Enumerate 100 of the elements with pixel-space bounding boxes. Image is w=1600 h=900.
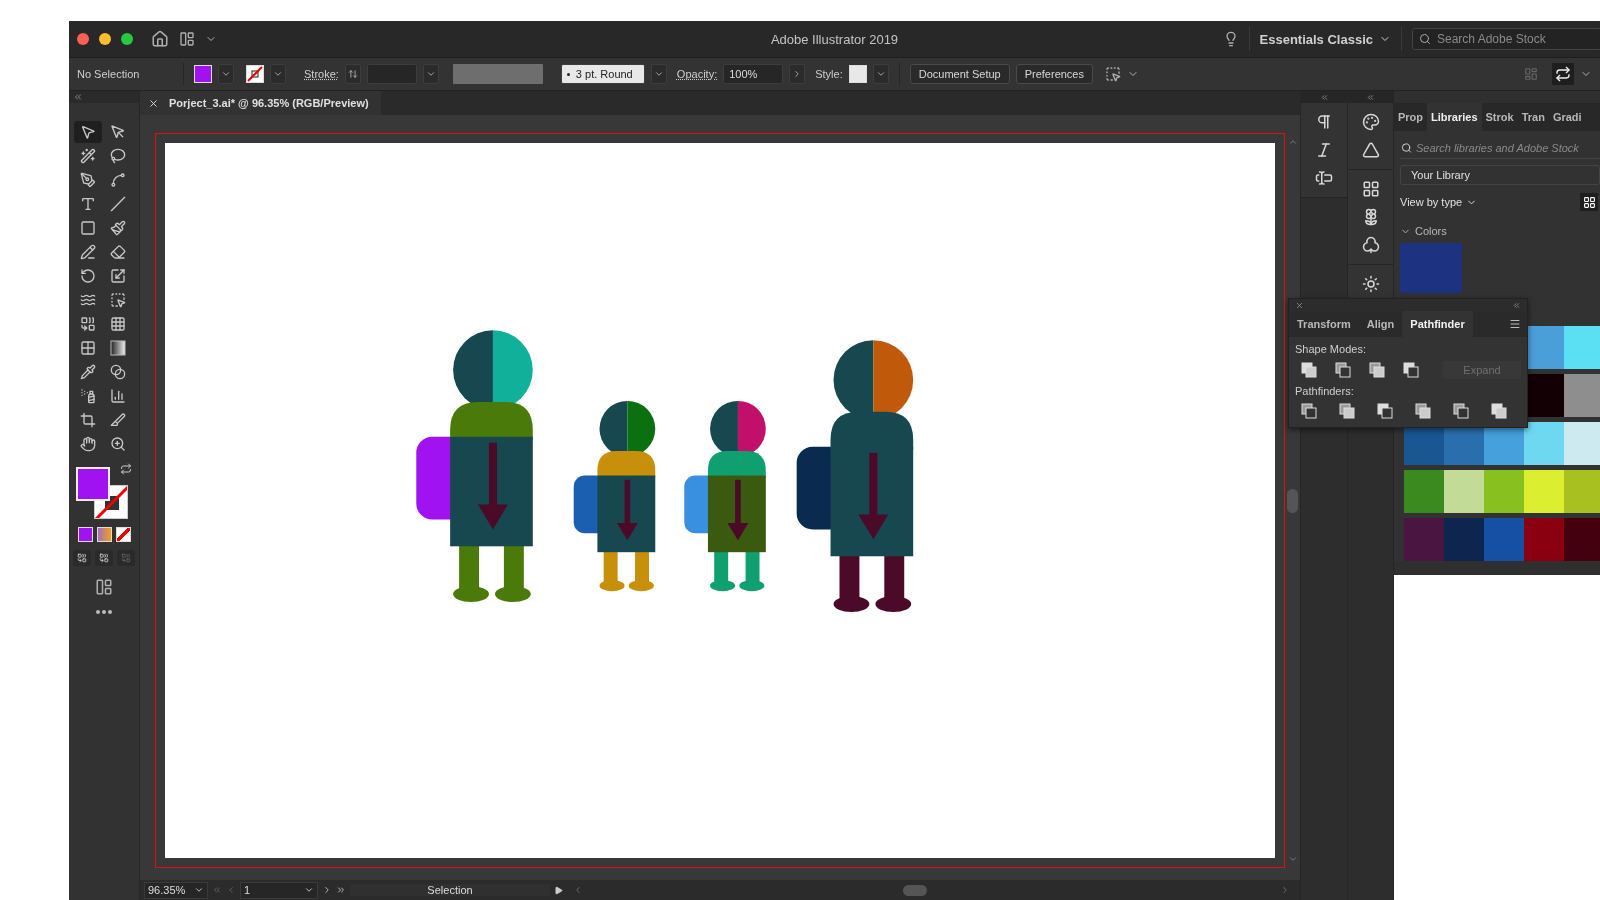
zoom-window-button[interactable] — [121, 33, 133, 45]
panel-tab[interactable]: Tran — [1517, 103, 1549, 131]
sun-icon[interactable] — [1361, 275, 1380, 293]
style-swatch[interactable] — [848, 65, 867, 83]
color-swatch[interactable] — [1564, 374, 1600, 417]
caret-icon — [221, 69, 231, 79]
more-icon[interactable] — [96, 610, 112, 614]
pathfinder-icon[interactable] — [1301, 403, 1317, 419]
character-icon[interactable] — [1315, 169, 1333, 187]
caret-icon — [273, 69, 283, 79]
library-search-field[interactable]: Search libraries and Adobe Stock — [1400, 137, 1600, 159]
color-swatch[interactable] — [1564, 326, 1600, 369]
stroke-none-swatch[interactable] — [246, 65, 264, 83]
swap-icon[interactable] — [120, 463, 132, 475]
opacity-label: Opacity: — [676, 68, 718, 80]
draw-behind-icon[interactable] — [95, 550, 113, 566]
dot-icon — [566, 72, 570, 76]
home-icon[interactable] — [151, 30, 169, 48]
close-icon[interactable] — [148, 97, 159, 109]
document-setup-button[interactable]: Document Setup — [909, 64, 1010, 84]
shape-modes-label: Shape Modes: — [1295, 343, 1367, 355]
opacity-field[interactable]: 100% — [723, 64, 784, 84]
color-swatch[interactable] — [1564, 518, 1600, 561]
none-mode-swatch[interactable] — [115, 527, 131, 542]
pathfinder-icon[interactable] — [1377, 403, 1393, 419]
current-tool-label: Selection — [350, 884, 550, 896]
fill-swatch[interactable] — [194, 65, 212, 83]
preferences-button[interactable]: Preferences — [1015, 64, 1093, 84]
shape-mode-icon[interactable] — [1335, 362, 1351, 378]
close-icon[interactable] — [1295, 300, 1304, 310]
panel-tab[interactable]: Transform — [1289, 311, 1359, 337]
collapse-icon[interactable] — [1366, 92, 1375, 102]
next-artboard-icon[interactable] — [322, 885, 332, 895]
artboard-number-field[interactable]: 1 — [240, 881, 318, 899]
workspace-switcher[interactable]: Essentials Classic — [1248, 27, 1402, 51]
pathfinder-icon[interactable] — [1453, 403, 1469, 419]
stroke-label: Stroke: — [304, 68, 339, 80]
style-label: Style: — [815, 68, 843, 80]
gradient-mode-swatch[interactable] — [96, 527, 112, 542]
draw-normal-icon[interactable] — [73, 550, 91, 566]
shape-mode-icon[interactable] — [1369, 362, 1385, 378]
color-swatch[interactable] — [1524, 470, 1564, 513]
color-swatch[interactable] — [1404, 518, 1444, 561]
minimize-window-button[interactable] — [99, 33, 111, 45]
stock-search-field[interactable]: Search Adobe Stock — [1412, 28, 1600, 50]
color-swatch[interactable] — [1524, 422, 1564, 465]
color-mode-swatch[interactable] — [77, 527, 93, 542]
menu-icon[interactable] — [1509, 318, 1521, 330]
color-swatch[interactable] — [1404, 470, 1444, 513]
colors-section-header[interactable]: Colors — [1400, 219, 1600, 237]
panel-toggle-icon[interactable] — [1552, 63, 1574, 85]
gradient-fan-icon[interactable] — [1361, 141, 1380, 159]
pathfinders-label: Pathfinders: — [1295, 385, 1355, 397]
paragraph-icon[interactable] — [1315, 113, 1333, 131]
close-window-button[interactable] — [77, 33, 89, 45]
color-swatch[interactable] — [1400, 243, 1462, 293]
swatches-icon[interactable] — [1361, 180, 1380, 198]
panel-tab[interactable]: Align — [1358, 311, 1403, 337]
grid-view-icon[interactable] — [1580, 193, 1598, 211]
status-menu-icon[interactable] — [554, 885, 563, 895]
panel-tab[interactable]: Prop — [1394, 103, 1428, 131]
color-swatch[interactable] — [1524, 518, 1564, 561]
panel-tab[interactable]: Libraries — [1427, 103, 1482, 131]
caret-icon — [425, 69, 436, 79]
scroll-thumb[interactable] — [1287, 488, 1298, 513]
scroll-thumb[interactable] — [903, 884, 927, 896]
shape-mode-icon[interactable] — [1301, 362, 1317, 378]
last-artboard-icon[interactable] — [336, 885, 346, 895]
panel-tab[interactable]: Pathfinder — [1402, 311, 1473, 337]
screen-mode-icon[interactable] — [95, 578, 113, 596]
caret-icon — [653, 69, 664, 79]
stepper-button[interactable] — [344, 64, 361, 84]
caret-icon — [194, 885, 204, 895]
pathfinder-icon[interactable] — [1415, 403, 1431, 419]
layout-icon[interactable] — [179, 31, 195, 47]
color-swatch[interactable] — [1564, 422, 1600, 465]
brush-label: 3 pt. Round — [575, 68, 633, 80]
color-swatch[interactable] — [1484, 470, 1524, 513]
selection-align-icon[interactable] — [1105, 66, 1121, 82]
brush-dropdown[interactable]: 3 pt. Round — [560, 64, 645, 84]
shape-mode-icon[interactable] — [1403, 362, 1419, 378]
opentype-icon[interactable] — [1315, 141, 1333, 159]
color-swatch[interactable] — [1444, 518, 1484, 561]
palette-icon[interactable] — [1361, 113, 1380, 131]
pathfinder-icon[interactable] — [1339, 403, 1355, 419]
variable-width-field[interactable] — [452, 64, 543, 84]
color-swatch[interactable] — [1484, 518, 1524, 561]
search-icon — [1419, 33, 1431, 45]
color-swatch[interactable] — [1564, 470, 1600, 513]
panel-tab[interactable]: Strok — [1481, 103, 1518, 131]
club-icon[interactable] — [1361, 236, 1380, 254]
library-dropdown[interactable]: Your Library — [1400, 165, 1600, 185]
document-tab[interactable]: Porject_3.ai* @ 96.35% (RGB/Preview) — [140, 91, 381, 115]
color-swatch[interactable] — [1444, 470, 1484, 513]
up-down-arrows-icon — [347, 69, 358, 79]
zoom-level-field[interactable]: 96.35% — [144, 881, 208, 899]
panel-tab[interactable]: Gradi — [1548, 103, 1586, 131]
pathfinder-icon[interactable] — [1491, 403, 1507, 419]
fill-color-box[interactable] — [76, 467, 110, 501]
view-by-type-dropdown[interactable]: View by type — [1400, 196, 1478, 208]
